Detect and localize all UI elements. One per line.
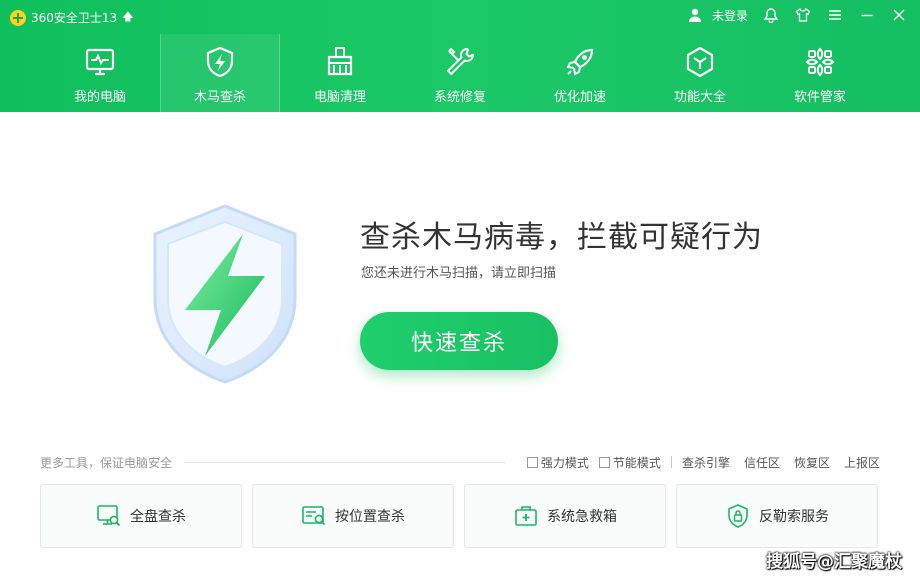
nav-my-computer[interactable]: 我的电脑	[40, 34, 160, 112]
login-status: 未登录	[711, 8, 748, 23]
nav-label: 我的电脑	[73, 90, 126, 105]
power-save-checkbox[interactable]	[598, 456, 610, 468]
nav-label: 系统修复	[433, 90, 486, 105]
nav-trojan-scan[interactable]: 木马查杀	[160, 34, 280, 112]
update-arrow-icon[interactable]: 🡅	[122, 8, 133, 27]
nav-optimize[interactable]: 优化加速	[520, 34, 640, 112]
link-report-zone[interactable]: 上报区	[844, 454, 880, 471]
title-bar: 360安全卫士13 🡅 未登录	[0, 0, 920, 34]
system-rescue-card[interactable]: 系统急救箱	[464, 484, 666, 548]
nav-all-features[interactable]: 功能大全	[640, 34, 760, 112]
watermark-text: 搜狐号@汇聚魔杖	[766, 552, 902, 572]
card-label: 全盘查杀	[130, 509, 186, 525]
app-logo-icon	[10, 9, 26, 26]
nav-software-manager[interactable]: 软件管家	[760, 34, 880, 112]
page-headline: 查杀木马病毒，拦截可疑行为	[360, 220, 763, 255]
shirt-icon[interactable]	[794, 6, 812, 24]
monitor-icon	[82, 44, 118, 80]
link-restore-zone[interactable]: 恢复区	[794, 454, 830, 471]
shield-bolt-icon	[202, 44, 238, 80]
location-scan-card[interactable]: 按位置查杀	[252, 484, 454, 548]
close-icon[interactable]	[890, 6, 908, 24]
user-login[interactable]: 未登录	[686, 6, 748, 24]
option-label: 强力模式	[540, 455, 589, 470]
shield-lock-icon	[725, 503, 751, 529]
card-label: 按位置查杀	[335, 509, 405, 525]
window-controls: 未登录	[686, 6, 908, 24]
full-scan-card[interactable]: 全盘查杀	[40, 484, 242, 548]
nav-label: 木马查杀	[193, 90, 246, 105]
nav-cleanup[interactable]: 电脑清理	[280, 34, 400, 112]
app-title: 360安全卫士13	[31, 11, 118, 25]
card-label: 系统急救箱	[547, 509, 617, 525]
app-brand[interactable]: 360安全卫士13 🡅	[10, 8, 134, 27]
divider	[670, 456, 672, 468]
minimize-icon[interactable]	[858, 6, 876, 24]
strong-mode-option[interactable]: 强力模式	[526, 454, 589, 471]
hexagon-icon	[682, 44, 718, 80]
menu-icon[interactable]	[826, 6, 844, 24]
folder-search-icon	[301, 503, 327, 529]
rocket-icon	[562, 44, 598, 80]
wrench-icon	[442, 44, 478, 80]
tools-title: 更多工具，保证电脑安全	[40, 455, 173, 470]
tools-bar: 更多工具，保证电脑安全 强力模式 节能模式 查杀引擎 信任区 恢复区 上报区	[40, 452, 880, 472]
link-scan-engine[interactable]: 查杀引擎	[682, 454, 730, 471]
nav-label: 优化加速	[553, 90, 606, 105]
power-save-option[interactable]: 节能模式	[598, 454, 661, 471]
tool-cards: 全盘查杀 按位置查杀 系统急救箱 反勒索服务	[40, 484, 878, 548]
top-header: 360安全卫士13 🡅 未登录 我的电脑 木马查杀 电脑清理 系统修复 优化加速…	[0, 0, 920, 112]
shield-illustration-icon	[140, 200, 310, 390]
main-nav: 我的电脑 木马查杀 电脑清理 系统修复 优化加速 功能大全 软件管家	[40, 34, 880, 112]
monitor-search-icon	[96, 503, 122, 529]
nav-system-repair[interactable]: 系统修复	[400, 34, 520, 112]
strong-mode-checkbox[interactable]	[526, 456, 538, 468]
quick-scan-button[interactable]: 快速查杀	[360, 312, 558, 370]
skin-icon[interactable]	[762, 6, 780, 24]
anti-ransom-card[interactable]: 反勒索服务	[676, 484, 878, 548]
nav-label: 电脑清理	[313, 90, 366, 105]
apps-icon	[802, 44, 838, 80]
divider	[184, 461, 505, 463]
first-aid-icon	[513, 503, 539, 529]
user-avatar-icon	[686, 6, 704, 24]
option-label: 节能模式	[612, 455, 661, 470]
nav-label: 软件管家	[793, 90, 846, 105]
nav-label: 功能大全	[673, 90, 726, 105]
scan-status-text: 您还未进行木马扫描，请立即扫描	[361, 266, 557, 281]
link-trust-zone[interactable]: 信任区	[744, 454, 780, 471]
card-label: 反勒索服务	[759, 509, 829, 525]
broom-icon	[322, 44, 358, 80]
